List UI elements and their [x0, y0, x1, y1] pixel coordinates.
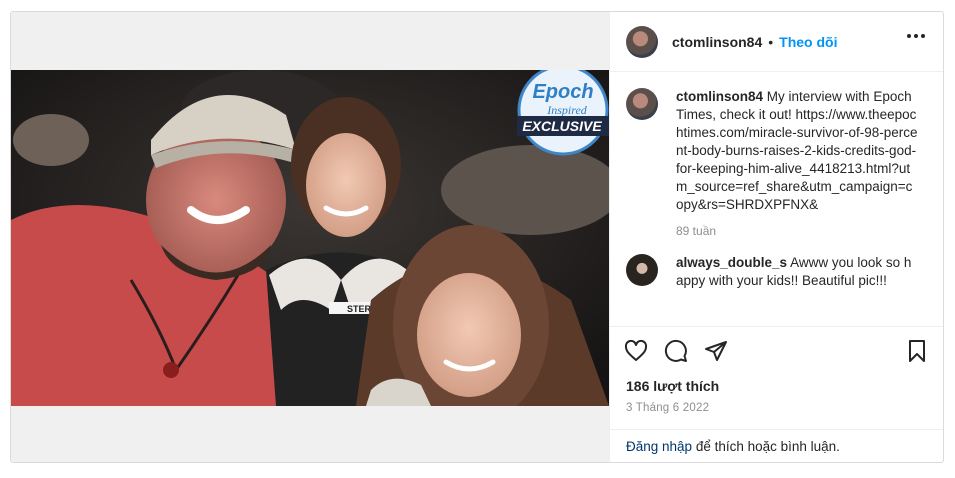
- caption: ctomlinson84 My interview with Epoch Tim…: [626, 88, 927, 240]
- caption-time[interactable]: 89 tuần: [676, 222, 918, 240]
- login-prompt-text: để thích hoặc bình luận.: [692, 439, 840, 454]
- author-avatar[interactable]: [626, 25, 658, 58]
- post-header: ctomlinson84 • Theo dõi: [610, 12, 943, 72]
- comment-item: always_double_s Awww you look so happy w…: [626, 254, 927, 290]
- bookmark-icon[interactable]: [905, 339, 929, 363]
- heart-icon[interactable]: [624, 339, 648, 363]
- comment-username[interactable]: always_double_s: [676, 255, 787, 270]
- commenter-avatar[interactable]: [626, 254, 658, 286]
- caption-avatar[interactable]: [626, 88, 658, 120]
- badge-inspired-text: Inspired: [546, 103, 588, 117]
- send-icon[interactable]: [704, 339, 728, 363]
- more-horizontal-icon[interactable]: [907, 34, 925, 40]
- author-username[interactable]: ctomlinson84: [672, 34, 762, 50]
- shirt-text: STER: [347, 304, 372, 314]
- follow-button[interactable]: Theo dõi: [779, 34, 837, 50]
- caption-text: My interview with Epoch Times, check it …: [676, 89, 918, 212]
- post-sidebar: ctomlinson84 • Theo dõi ctomlinson84 My …: [609, 12, 943, 462]
- comments-section: ctomlinson84 My interview with Epoch Tim…: [610, 72, 943, 326]
- badge-exclusive-text: EXCLUSIVE: [522, 118, 602, 134]
- caption-username[interactable]: ctomlinson84: [676, 89, 763, 104]
- family-selfie-image: STER Epoch Inspired EXCLUSIVE: [11, 70, 609, 406]
- login-link[interactable]: Đăng nhập: [626, 439, 692, 454]
- caption-body: ctomlinson84 My interview with Epoch Tim…: [676, 88, 918, 240]
- comment-body: always_double_s Awww you look so happy w…: [676, 254, 918, 290]
- like-count[interactable]: 186 lượt thích: [610, 374, 943, 394]
- badge-epoch-text: Epoch: [532, 81, 593, 103]
- instagram-post: STER Epoch Inspired EXCLUSIVE ctomlinson…: [10, 11, 944, 463]
- login-prompt: Đăng nhập để thích hoặc bình luận.: [610, 429, 943, 462]
- comment-icon[interactable]: [664, 339, 688, 363]
- post-date[interactable]: 3 Tháng 6 2022: [610, 394, 943, 414]
- action-bar: [610, 326, 943, 374]
- separator-dot: •: [768, 33, 774, 50]
- post-media: STER Epoch Inspired EXCLUSIVE: [11, 12, 609, 462]
- post-photo[interactable]: STER Epoch Inspired EXCLUSIVE: [11, 70, 609, 406]
